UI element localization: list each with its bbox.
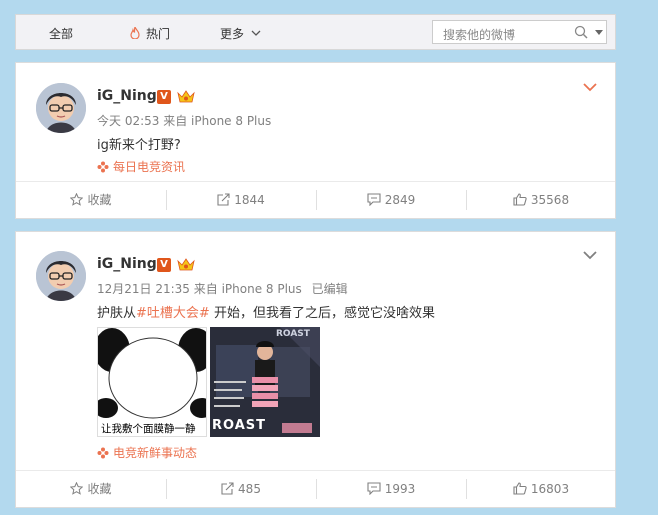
comment-button[interactable]: 2849 [316,182,466,218]
favorite-button[interactable]: 收藏 [16,182,166,218]
post-via[interactable]: 每日电竞资讯 [97,158,185,175]
comment-icon [367,482,381,496]
tab-more[interactable]: 更多 [220,25,261,42]
topic-link[interactable]: #吐槽大会# [136,306,210,321]
verified-badge-icon: V [157,258,171,272]
comment-icon [367,193,381,207]
repost-button[interactable]: 485 [166,471,316,507]
post-text: 护肤从#吐槽大会# 开始，但我看了之后，感觉它没啥效果 [97,302,435,321]
weibo-post: iG_Ning V 今天 02:53 来自 iPhone 8 Plus ig新来… [15,62,616,219]
post-source: 来自 iPhone 8 Plus [163,114,272,128]
post-actions: 收藏 1844 2849 35568 [16,181,615,218]
tab-all[interactable]: 全部 [49,25,73,42]
post-time[interactable]: 12月21日 21:35 [97,282,190,296]
search-icon[interactable] [574,25,588,39]
vip-crown-icon [177,90,195,103]
fire-icon [130,27,140,39]
like-count: 16803 [530,482,570,496]
post-meta: 12月21日 21:35 来自 iPhone 8 Plus 已编辑 [97,280,348,297]
repost-button[interactable]: 1844 [166,182,316,218]
image-caption: ROAST [212,418,267,433]
avatar[interactable] [36,83,86,133]
feed-filter-bar: 全部 热门 更多 搜索他的微博 [15,14,616,50]
search-placeholder: 搜索他的微博 [443,28,516,42]
weibo-post: iG_Ning V 12月21日 21:35 来自 iPhone 8 Plus … [15,231,616,508]
post-image-panda-meme[interactable]: 让我敷个面膜静一静 [97,327,207,437]
flower-icon [97,447,109,459]
repost-count: 485 [238,482,261,496]
post-via[interactable]: 电竞新鲜事动态 [97,444,197,461]
flower-icon [97,161,109,173]
like-count: 35568 [530,193,570,207]
post-menu-chevron-icon[interactable] [583,251,597,261]
image-caption: 让我敷个面膜静一静 [101,423,196,435]
post-meta: 今天 02:53 来自 iPhone 8 Plus [97,112,271,129]
repost-count: 1844 [234,193,265,207]
username[interactable]: iG_Ning [97,88,157,104]
post-source: 来自 iPhone 8 Plus [193,282,302,296]
username[interactable]: iG_Ning [97,256,157,272]
post-text-suffix: 开始，但我看了之后，感觉它没啥效果 [209,306,435,321]
post-menu-chevron-icon[interactable] [583,83,597,93]
tab-hot[interactable]: 热门 [130,25,170,42]
like-button[interactable]: 16803 [466,471,616,507]
post-via-label: 电竞新鲜事动态 [113,446,198,460]
comment-count: 1993 [384,482,416,496]
thumbs-up-icon [513,193,527,206]
favorite-label: 收藏 [87,193,112,207]
post-text: ig新来个打野? [97,138,181,153]
tab-more-label: 更多 [220,27,245,41]
post-image-roast-show[interactable]: ROAST ROAST [210,327,320,437]
like-button[interactable]: 35568 [466,182,616,218]
edited-label[interactable]: 已编辑 [312,282,348,296]
post-time[interactable]: 今天 02:53 [97,114,159,128]
chevron-down-icon [251,30,261,36]
post-actions: 收藏 485 1993 16803 [16,470,615,507]
tab-hot-label: 热门 [146,27,171,41]
search-dropdown-icon[interactable] [595,30,603,36]
comment-button[interactable]: 1993 [316,471,466,507]
post-via-label: 每日电竞资讯 [113,160,186,174]
star-icon [69,192,84,206]
post-text-prefix: 护肤从 [97,306,137,321]
comment-count: 2849 [384,193,416,207]
image-title-text: ROAST [276,329,310,339]
verified-badge-icon: V [157,90,171,104]
avatar[interactable] [36,251,86,301]
thumbs-up-icon [513,482,527,495]
repost-icon [221,482,234,495]
favorite-label: 收藏 [87,482,112,496]
repost-icon [217,193,230,206]
star-icon [69,481,84,495]
vip-crown-icon [177,258,195,271]
search-input[interactable]: 搜索他的微博 [432,20,607,44]
favorite-button[interactable]: 收藏 [16,471,166,507]
